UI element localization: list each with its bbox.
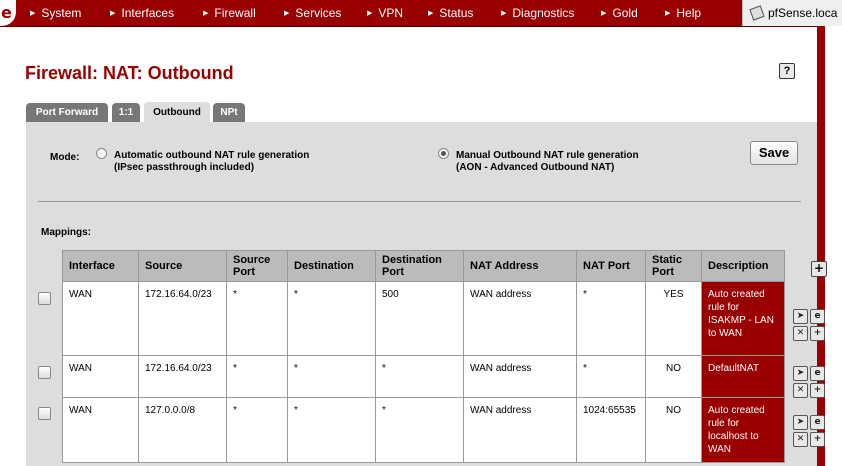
cell-source: 172.16.64.0/23 (138, 281, 227, 356)
cell-nat-port: 1024:65535 (576, 397, 646, 463)
cell-destination-port: 500 (375, 281, 464, 356)
cell-destination: * (287, 355, 376, 398)
menu-diagnostics[interactable]: ▶ Diagnostics (501, 0, 574, 26)
cell-nat-address: WAN address (463, 397, 577, 463)
tab-one-to-one[interactable]: 1:1 (112, 103, 140, 122)
mappings-table: Interface Source Source Port Destination… (62, 250, 785, 463)
delete-icon[interactable]: ✕ (793, 432, 808, 447)
menu-arrow-icon: ▶ (367, 10, 373, 17)
cell-interface: WAN (62, 281, 139, 356)
table-row[interactable]: WAN 172.16.64.0/23 * * 500 WAN address *… (62, 281, 785, 356)
delete-icon[interactable]: ✕ (793, 326, 808, 341)
tab-outbound[interactable]: Outbound (144, 102, 210, 122)
cell-static-port: YES (645, 281, 702, 356)
header-nat-port: NAT Port (576, 250, 646, 282)
header-source-port: Source Port (226, 250, 288, 282)
header-description: Description (701, 250, 785, 282)
cell-source-port: * (226, 355, 288, 398)
row-select-checkbox[interactable] (38, 366, 51, 379)
menu-arrow-icon: ▶ (203, 10, 209, 17)
pfsense-logo: e (0, 0, 16, 26)
menu-interfaces[interactable]: ▶ Interfaces (110, 0, 174, 26)
menu-arrow-icon: ▶ (30, 10, 36, 17)
menu-arrow-icon: ▶ (428, 10, 434, 17)
menu-arrow-icon: ▶ (501, 10, 507, 17)
header-interface: Interface (62, 250, 139, 282)
hostname-tab[interactable]: pfSense.loca (742, 0, 842, 26)
cell-interface: WAN (62, 355, 139, 398)
row-select-checkbox[interactable] (38, 292, 51, 305)
radio-manual-nat[interactable] (438, 148, 449, 159)
cell-nat-address: WAN address (463, 355, 577, 398)
page-right-border (817, 26, 825, 466)
cell-source: 172.16.64.0/23 (138, 355, 227, 398)
help-icon[interactable]: ? (779, 63, 795, 79)
move-icon[interactable]: ➤ (793, 309, 808, 324)
cell-description: DefaultNAT (701, 355, 785, 398)
menu-help[interactable]: ▶ Help (665, 0, 701, 26)
menu-vpn[interactable]: ▶ VPN (367, 0, 403, 26)
cell-nat-port: * (576, 281, 646, 356)
edit-icon[interactable]: e (810, 309, 825, 324)
header-destination: Destination (287, 250, 376, 282)
radio-manual-label: Manual Outbound NAT rule generation (AON… (456, 150, 639, 173)
cell-static-port: NO (645, 355, 702, 398)
page-right-margin (825, 26, 842, 466)
header-static-port: Static Port (645, 250, 702, 282)
radio-automatic-nat[interactable] (96, 148, 107, 159)
menu-services[interactable]: ▶ Services (284, 0, 341, 26)
delete-icon[interactable]: ✕ (793, 383, 808, 398)
plus-icon[interactable]: + (810, 383, 825, 398)
table-row[interactable]: WAN 127.0.0.0/8 * * * WAN address 1024:6… (62, 397, 785, 463)
move-icon[interactable]: ➤ (793, 366, 808, 381)
menu-system[interactable]: ▶ System (30, 0, 81, 26)
row-select-checkbox[interactable] (38, 407, 51, 420)
menu-arrow-icon: ▶ (665, 10, 671, 17)
menu-status[interactable]: ▶ Status (428, 0, 473, 26)
radio-automatic-label: Automatic outbound NAT rule generation (… (114, 150, 310, 173)
cell-static-port: NO (645, 397, 702, 463)
table-header-row: Interface Source Source Port Destination… (62, 250, 785, 282)
tab-port-forward[interactable]: Port Forward (26, 103, 108, 122)
menu-arrow-icon: ▶ (284, 10, 290, 17)
cell-nat-address: WAN address (463, 281, 577, 356)
menu-firewall[interactable]: ▶ Firewall (203, 0, 256, 26)
table-row[interactable]: WAN 172.16.64.0/23 * * * WAN address * N… (62, 355, 785, 398)
top-menu-bar: e ▶ System ▶ Interfaces ▶ Firewall ▶ Service… (0, 0, 842, 27)
edit-icon[interactable]: e (810, 415, 825, 430)
header-source: Source (138, 250, 227, 282)
plus-icon[interactable]: + (810, 326, 825, 341)
page-title: Firewall: NAT: Outbound (25, 63, 234, 83)
edit-icon[interactable]: e (810, 366, 825, 381)
header-destination-port: Destination Port (375, 250, 464, 282)
tab-npt[interactable]: NPt (213, 103, 245, 122)
cell-source-port: * (226, 397, 288, 463)
move-icon[interactable]: ➤ (793, 415, 808, 430)
cell-description: Auto created rule for ISAKMP - LAN to WA… (701, 281, 785, 356)
add-row-icon[interactable]: + (811, 261, 827, 277)
cell-description: Auto created rule for localhost to WAN (701, 397, 785, 463)
cell-source: 127.0.0.0/8 (138, 397, 227, 463)
cell-interface: WAN (62, 397, 139, 463)
cell-destination-port: * (375, 355, 464, 398)
cell-source-port: * (226, 281, 288, 356)
cell-destination-port: * (375, 397, 464, 463)
cell-destination: * (287, 397, 376, 463)
menu-arrow-icon: ▶ (110, 10, 116, 17)
cell-destination: * (287, 281, 376, 356)
header-nat-address: NAT Address (463, 250, 577, 282)
hostname-label: pfSense.loca (768, 6, 838, 20)
host-icon (749, 5, 765, 21)
cell-nat-port: * (576, 355, 646, 398)
menu-arrow-icon: ▶ (601, 10, 607, 17)
mode-label: Mode: (50, 152, 80, 163)
plus-icon[interactable]: + (810, 432, 825, 447)
divider (38, 201, 801, 202)
save-button[interactable]: Save (750, 141, 798, 165)
mappings-label: Mappings: (41, 227, 91, 238)
menu-gold[interactable]: ▶ Gold (601, 0, 638, 26)
